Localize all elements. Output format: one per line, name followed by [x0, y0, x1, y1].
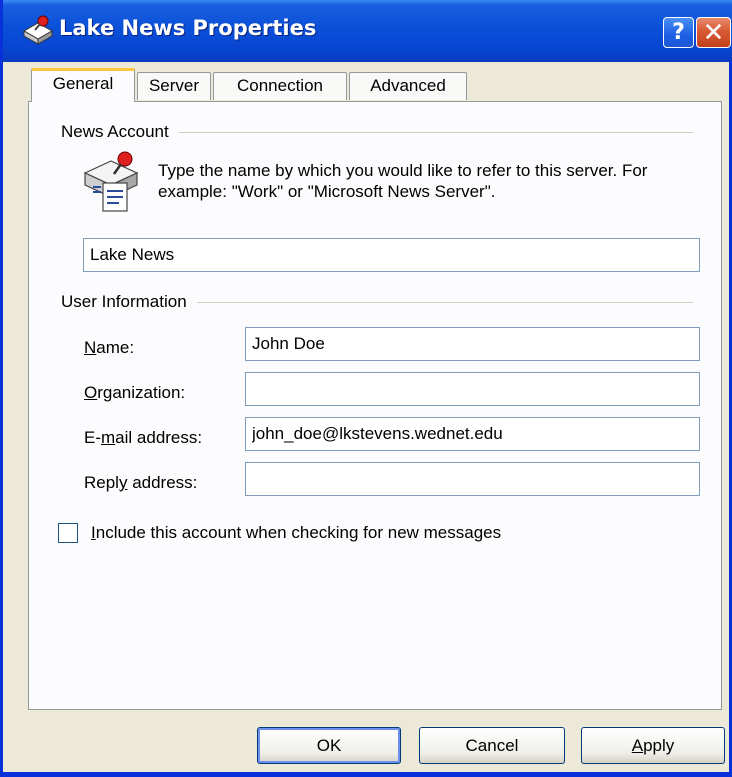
help-icon: ? — [672, 20, 685, 45]
tab-general-label: General — [52, 74, 114, 93]
include-account-label[interactable]: Include this account when checking for n… — [91, 523, 501, 543]
close-icon: ✕ — [702, 17, 725, 48]
window-bottom-border — [3, 772, 732, 777]
include-account-checkbox[interactable] — [58, 523, 78, 543]
ok-button[interactable]: OK — [257, 727, 401, 764]
account-name-input[interactable] — [83, 238, 700, 272]
tab-general[interactable]: General — [31, 68, 135, 102]
news-account-icon — [22, 15, 54, 45]
reply-address-label: Reply address: — [84, 473, 198, 492]
organization-input[interactable] — [245, 372, 700, 406]
news-server-icon — [83, 151, 139, 212]
tab-connection-label: Connection — [236, 76, 323, 95]
apply-button[interactable]: Apply — [581, 727, 725, 764]
user-information-group-label: User Information — [61, 292, 197, 312]
cancel-button[interactable]: Cancel — [419, 727, 565, 764]
name-label: Name: — [84, 338, 135, 357]
tab-advanced-label: Advanced — [370, 76, 446, 95]
apply-button-label: Apply — [631, 736, 675, 755]
email-address-input[interactable] — [245, 417, 700, 451]
reply-address-input[interactable] — [245, 462, 700, 496]
news-account-description: Type the name by which you would like to… — [158, 161, 648, 201]
title-bar[interactable]: Lake News Properties ? ✕ — [3, 0, 732, 62]
organization-label: Organization: — [84, 383, 186, 402]
email-address-label: E-mail address: — [84, 428, 203, 447]
tab-server-label: Server — [148, 76, 200, 95]
tab-connection[interactable]: Connection — [213, 72, 347, 100]
cancel-button-label: Cancel — [465, 736, 519, 755]
ok-button-label: OK — [316, 736, 342, 755]
properties-dialog: Lake News Properties ? ✕ General Server … — [0, 0, 732, 777]
news-account-group-label: News Account — [61, 122, 179, 142]
tab-advanced[interactable]: Advanced — [349, 72, 467, 100]
window-title: Lake News Properties — [59, 16, 317, 40]
close-button[interactable]: ✕ — [696, 17, 731, 48]
name-input[interactable] — [245, 327, 700, 361]
tab-server[interactable]: Server — [137, 72, 211, 100]
help-button[interactable]: ? — [663, 17, 694, 48]
